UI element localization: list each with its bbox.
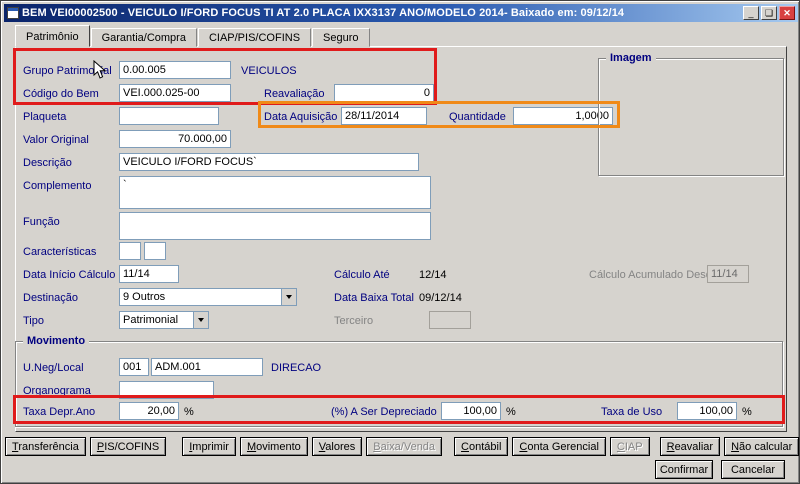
taxa-de-uso-label: Taxa de Uso — [601, 406, 663, 418]
tipo-selected-value: Patrimonial — [123, 314, 179, 326]
funcao-input[interactable] — [119, 212, 431, 240]
button-label: Imprimir — [189, 440, 229, 453]
tab-garantia-compra[interactable]: Garantia/Compra — [90, 28, 197, 47]
button-label: Não calcular — [731, 440, 793, 453]
valor-original-input[interactable] — [119, 130, 231, 148]
reavaliar-button[interactable]: Reavaliar — [659, 437, 721, 456]
chevron-down-icon[interactable] — [193, 312, 208, 328]
button-label: Transferência — [12, 440, 79, 453]
button-label: Reavaliar — [666, 440, 714, 453]
cancel-button[interactable]: Cancelar — [721, 460, 785, 479]
plaqueta-input[interactable] — [119, 107, 219, 125]
destinacao-selected-value: 9 Outros — [123, 291, 166, 303]
funcao-label: Função — [23, 216, 60, 228]
transferencia-button[interactable]: Transferência — [5, 437, 86, 456]
button-label: Movimento — [246, 440, 301, 453]
nao-calcular-button[interactable]: Não calcular — [724, 437, 799, 456]
a-ser-depreciado-unit: % — [506, 406, 516, 418]
calculo-ate-value: 12/14 — [419, 269, 447, 281]
descricao-input[interactable] — [119, 153, 419, 171]
conta-gerencial-button[interactable]: Conta Gerencial — [512, 437, 606, 456]
complemento-label: Complemento — [23, 180, 92, 192]
contabil-button[interactable]: Contábil — [454, 437, 509, 456]
grupo-patrimonial-input[interactable] — [119, 61, 231, 79]
valor-original-label: Valor Original — [23, 134, 89, 146]
data-baixa-total-value: 09/12/14 — [419, 292, 462, 304]
button-label: PIS/COFINS — [96, 440, 160, 453]
destinacao-label: Destinação — [23, 292, 79, 304]
destinacao-select[interactable]: 9 Outros — [119, 288, 297, 306]
codigo-bem-input[interactable] — [119, 84, 231, 102]
codigo-bem-label: Código do Bem — [23, 88, 99, 100]
maximize-button[interactable]: ❏ — [761, 6, 777, 20]
button-label: CIAP — [616, 440, 643, 453]
complemento-input[interactable]: ` — [119, 176, 431, 209]
grupo-patrimonial-desc: VEICULOS — [241, 65, 297, 77]
window-title: BEM VEI00002500 - VEICULO I/FORD FOCUS T… — [22, 7, 625, 19]
data-aquisicao-input[interactable] — [341, 107, 427, 125]
a-ser-depreciado-input[interactable] — [441, 402, 501, 420]
baixa-venda-button: Baixa/Venda — [366, 437, 443, 456]
uneg-local-desc: DIRECAO — [271, 362, 322, 374]
window-icon — [7, 7, 19, 19]
uneg-local-code-input[interactable] — [119, 358, 149, 376]
tipo-label: Tipo — [23, 315, 44, 327]
grupo-patrimonial-label: Grupo Patrimonial — [23, 65, 112, 77]
title-bar[interactable]: BEM VEI00002500 - VEICULO I/FORD FOCUS T… — [4, 4, 798, 22]
uneg-local-input[interactable] — [151, 358, 263, 376]
a-ser-depreciado-label: (%) A Ser Depreciado — [331, 406, 437, 418]
data-baixa-total-label: Data Baixa Total — [334, 292, 414, 304]
data-inicio-calculo-input[interactable] — [119, 265, 179, 283]
calculo-ate-label: Cálculo Até — [334, 269, 390, 281]
imprimir-button[interactable]: Imprimir — [182, 437, 236, 456]
button-label: Baixa/Venda — [373, 440, 436, 453]
terceiro-label: Terceiro — [334, 315, 374, 327]
chevron-down-icon[interactable] — [281, 289, 296, 305]
close-button[interactable]: ✕ — [779, 6, 795, 20]
imagem-group-label: Imagem — [606, 52, 656, 64]
valores-button[interactable]: Valores — [311, 437, 363, 456]
taxa-depr-ano-label: Taxa Depr.Ano — [23, 406, 96, 418]
caracteristicas-label: Características — [23, 246, 97, 258]
ciap-button: CIAP — [609, 437, 650, 456]
caracteristicas-input-2[interactable] — [144, 242, 166, 260]
caracteristicas-input-1[interactable] — [119, 242, 141, 260]
data-inicio-calculo-label: Data Início Cálculo — [23, 269, 116, 281]
taxa-depr-ano-input[interactable] — [119, 402, 179, 420]
window: BEM VEI00002500 - VEICULO I/FORD FOCUS T… — [0, 0, 800, 484]
calculo-acumulado-desde-input — [707, 265, 749, 283]
tab-seguro[interactable]: Seguro — [312, 28, 370, 47]
quantidade-label: Quantidade — [449, 111, 506, 123]
confirm-button[interactable]: Confirmar — [655, 460, 713, 479]
button-label: Contábil — [461, 440, 502, 453]
uneg-local-label: U.Neg/Local — [23, 362, 84, 374]
tipo-select[interactable]: Patrimonial — [119, 311, 209, 329]
reavaliacao-label: Reavaliação — [264, 88, 325, 100]
reavaliacao-input[interactable] — [334, 84, 434, 102]
calculo-acumulado-desde-label: Cálculo Acumulado Desde — [589, 269, 719, 281]
tab-ciap-pis-cofins[interactable]: CIAP/PIS/COFINS — [197, 28, 312, 47]
data-aquisicao-label: Data Aquisição — [264, 111, 338, 123]
descricao-label: Descrição — [23, 157, 72, 169]
minimize-button[interactable]: _ — [743, 6, 759, 20]
taxa-depr-ano-unit: % — [184, 406, 194, 418]
tab-patrimonio[interactable]: Patrimônio — [15, 25, 90, 47]
terceiro-input — [429, 311, 471, 329]
movimento-button[interactable]: Movimento — [239, 437, 308, 456]
button-label: Conta Gerencial — [519, 440, 599, 453]
plaqueta-label: Plaqueta — [23, 111, 67, 123]
organograma-label: Organograma — [23, 385, 91, 397]
taxa-de-uso-input[interactable] — [677, 402, 737, 420]
movimento-group-label: Movimento — [23, 335, 90, 347]
toolbar: Transferência PIS/COFINS Imprimir Movime… — [5, 437, 799, 456]
pis-cofins-button[interactable]: PIS/COFINS — [89, 437, 167, 456]
imagem-groupbox: Imagem — [598, 52, 784, 176]
taxa-de-uso-unit: % — [742, 406, 752, 418]
button-label: Valores — [318, 440, 356, 453]
organograma-input[interactable] — [119, 381, 214, 399]
tab-strip: Patrimônio Garantia/Compra CIAP/PIS/COFI… — [15, 25, 371, 47]
